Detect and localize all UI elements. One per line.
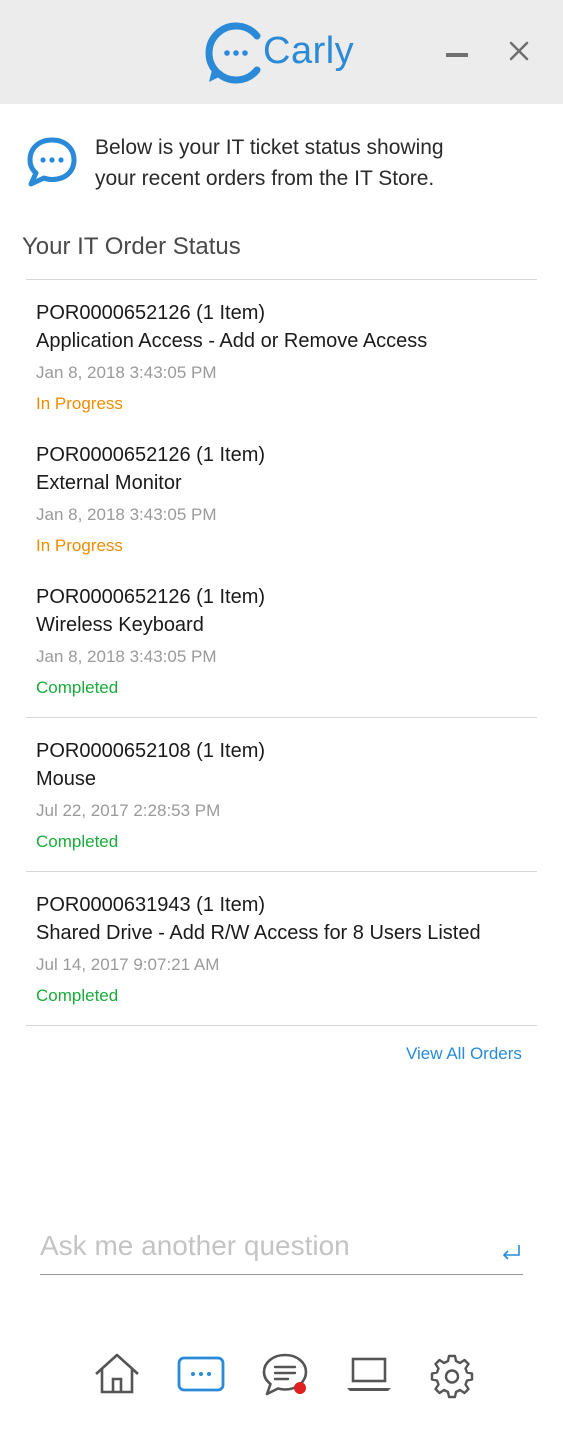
order-date: Jan 8, 2018 3:43:05 PM <box>36 363 217 382</box>
nav-settings[interactable] <box>427 1350 477 1400</box>
order-number: POR0000652108 (1 Item) <box>36 740 266 762</box>
divider <box>26 871 537 872</box>
order-number: POR0000652126 (1 Item) <box>36 444 266 466</box>
view-all-orders-link[interactable]: View All Orders <box>406 1044 522 1064</box>
logo-text: Carly <box>263 30 355 72</box>
order-number: POR0000652126 (1 Item) <box>36 302 266 324</box>
laptop-icon <box>347 1357 391 1391</box>
section-title: Your IT Order Status <box>22 233 241 260</box>
enter-icon[interactable] <box>499 1240 523 1264</box>
order-name: Shared Drive - Add R/W Access for 8 User… <box>36 922 481 944</box>
order-status: In Progress <box>36 394 123 413</box>
order-date: Jan 8, 2018 3:43:05 PM <box>36 505 217 524</box>
minimize-icon <box>446 53 468 57</box>
message-line-2: your recent orders from the IT Store. <box>95 167 435 190</box>
order-date: Jul 14, 2017 9:07:21 AM <box>36 955 220 974</box>
carly-logo: Carly <box>205 22 365 86</box>
order-name: Mouse <box>36 768 97 790</box>
order-item[interactable]: POR0000652108 (1 Item) Mouse Jul 22, 201… <box>36 737 536 857</box>
divider <box>26 279 537 280</box>
order-status: In Progress <box>36 536 123 555</box>
nav-messages[interactable] <box>260 1350 310 1400</box>
close-button[interactable] <box>502 34 536 68</box>
chat-icon <box>177 1356 225 1392</box>
order-date: Jan 8, 2018 3:43:05 PM <box>36 647 217 666</box>
ask-field <box>40 1222 523 1275</box>
messages-icon <box>262 1353 308 1396</box>
order-number: POR0000652126 (1 Item) <box>36 586 266 608</box>
order-number: POR0000631943 (1 Item) <box>36 894 266 916</box>
order-date: Jul 22, 2017 2:28:53 PM <box>36 801 221 820</box>
logo-bubble-icon <box>205 22 261 84</box>
minimize-button[interactable] <box>440 34 474 68</box>
message-text: Below is your IT ticket status showing y… <box>95 132 525 194</box>
bottom-nav <box>90 1350 480 1400</box>
order-item[interactable]: POR0000652126 (1 Item) Wireless Keyboard… <box>36 583 536 703</box>
order-name: Wireless Keyboard <box>36 614 204 636</box>
nav-devices[interactable] <box>344 1350 394 1400</box>
notification-dot <box>294 1382 306 1394</box>
message-line-1: Below is your IT ticket status showing <box>95 136 444 159</box>
order-name: Application Access - Add or Remove Acces… <box>36 330 428 352</box>
close-icon <box>509 41 529 61</box>
order-status: Completed <box>36 678 119 697</box>
divider <box>26 1025 537 1026</box>
title-bar: Carly <box>0 0 563 104</box>
settings-icon <box>430 1354 474 1399</box>
order-name: External Monitor <box>36 472 182 494</box>
bot-message: Below is your IT ticket status showing y… <box>26 132 546 192</box>
order-item[interactable]: POR0000652126 (1 Item) Application Acces… <box>36 299 536 419</box>
divider <box>26 717 537 718</box>
order-item[interactable]: POR0000652126 (1 Item) External Monitor … <box>36 441 536 561</box>
order-item[interactable]: POR0000631943 (1 Item) Shared Drive - Ad… <box>36 891 536 1011</box>
chat-bubble-icon <box>27 137 77 187</box>
home-icon <box>95 1353 139 1394</box>
ask-input[interactable] <box>40 1226 480 1266</box>
order-status: Completed <box>36 832 119 851</box>
nav-chat[interactable] <box>176 1350 226 1400</box>
nav-home[interactable] <box>92 1350 142 1400</box>
order-status: Completed <box>36 986 119 1005</box>
